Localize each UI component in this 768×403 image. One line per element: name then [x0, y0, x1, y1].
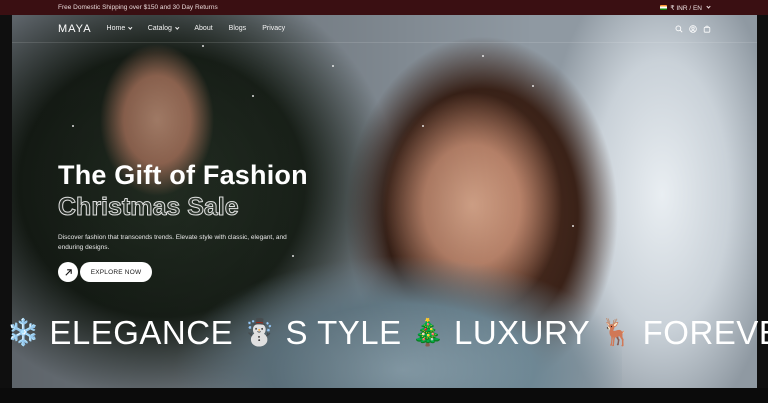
marquee: ❄️ ELEGANCE ☃️ S TYLE 🎄 LUXURY 🦌 FOREVER — [0, 310, 768, 354]
chevron-down-icon — [128, 25, 133, 30]
marquee-item: ☃️ S TYLE — [233, 316, 402, 349]
account-icon[interactable] — [689, 24, 697, 33]
hero-description: Discover fashion that transcends trends.… — [58, 234, 287, 251]
hero-title: The Gift of Fashion — [58, 160, 308, 190]
announcement-bar: Free Domestic Shipping over $150 and 30 … — [0, 0, 768, 15]
nav-menu: Home Catalog About Blogs Privacy — [107, 25, 286, 32]
nav-item-label: Privacy — [262, 25, 286, 32]
marquee-word: ELEGANCE — [49, 313, 234, 351]
nav-item-label: Catalog — [147, 25, 172, 32]
snowflake-icon: ❄️ — [7, 317, 40, 347]
arrow-up-right-icon — [64, 268, 72, 276]
india-flag-icon — [660, 5, 668, 10]
snowman-icon: ☃️ — [243, 317, 276, 347]
cta-row: EXPLORE NOW — [58, 262, 152, 282]
snowflake — [532, 85, 534, 87]
chevron-down-icon — [706, 4, 711, 9]
marquee-word: LUXURY — [453, 313, 591, 351]
snowflake — [202, 45, 204, 47]
snowflake — [72, 125, 74, 127]
locale-label: ₹ INR / EN — [670, 4, 702, 12]
snowflake — [482, 55, 484, 57]
christmas-tree-icon: 🎄 — [411, 317, 444, 347]
nav-item-about[interactable]: About — [194, 25, 212, 32]
marquee-track: ❄️ ELEGANCE ☃️ S TYLE 🎄 LUXURY 🦌 FOREVER — [0, 316, 768, 349]
nav-item-label: Home — [106, 25, 126, 32]
nav-item-privacy[interactable]: Privacy — [262, 25, 285, 32]
marquee-item: 🦌 FOREVER — [590, 316, 768, 349]
main-nav: MAYA Home Catalog About Blogs Privacy — [12, 15, 757, 43]
bottom-band — [0, 388, 768, 403]
snowflake — [252, 95, 254, 97]
marquee-word: S TYLE — [285, 313, 402, 351]
hero-subtitle: Christmas Sale — [58, 193, 240, 222]
reindeer-icon: 🦌 — [600, 317, 633, 347]
nav-icons — [675, 24, 711, 33]
page: Free Domestic Shipping over $150 and 30 … — [0, 0, 768, 403]
nav-item-label: About — [194, 25, 213, 32]
snowflake — [572, 225, 574, 227]
nav-item-blogs[interactable]: Blogs — [229, 25, 247, 32]
chevron-down-icon — [175, 25, 179, 30]
logo[interactable]: MAYA — [58, 23, 92, 35]
explore-now-button[interactable]: EXPLORE NOW — [80, 262, 152, 282]
marquee-item: ❄️ ELEGANCE — [0, 316, 233, 349]
marquee-word: FOREVER — [642, 313, 768, 351]
marquee-item: 🎄 LUXURY — [402, 316, 591, 349]
nav-item-catalog[interactable]: Catalog — [148, 25, 179, 32]
announcement-text: Free Domestic Shipping over $150 and 30 … — [58, 4, 218, 11]
snowflake — [422, 125, 424, 127]
locale-selector[interactable]: ₹ INR / EN — [660, 4, 711, 12]
nav-item-home[interactable]: Home — [106, 25, 133, 32]
snowflake — [332, 65, 334, 67]
arrow-button[interactable] — [58, 262, 78, 282]
snowflake — [292, 255, 294, 257]
search-icon[interactable] — [675, 25, 683, 33]
cart-icon[interactable] — [703, 25, 711, 33]
nav-item-label: Blogs — [228, 25, 247, 32]
